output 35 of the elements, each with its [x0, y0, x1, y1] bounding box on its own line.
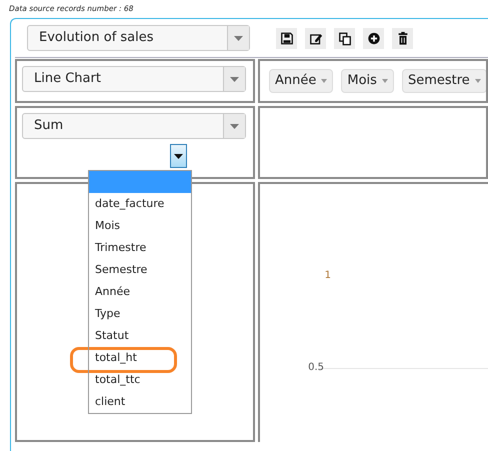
aggregator-select[interactable]: Sum — [22, 113, 246, 139]
delete-button[interactable] — [392, 28, 413, 48]
axis-tick-label: 0.5 — [308, 361, 324, 375]
dropdown-option[interactable]: Type — [89, 303, 191, 325]
add-icon — [366, 30, 380, 46]
dropdown-button[interactable] — [170, 144, 187, 168]
copy-button[interactable] — [334, 28, 355, 48]
save-button[interactable] — [276, 28, 297, 48]
edit-button[interactable] — [305, 28, 326, 48]
axis-tick-label: 1 — [324, 269, 331, 283]
dropdown-option[interactable]: Mois — [89, 215, 191, 237]
dropdown-option[interactable]: total_ht — [89, 347, 191, 369]
dropdown-option[interactable]: total_ttc — [89, 369, 191, 391]
dropdown-option[interactable]: client — [89, 391, 191, 413]
caret-icon — [474, 79, 481, 83]
field-pill[interactable]: Année — [269, 69, 334, 93]
save-icon — [280, 30, 294, 46]
dropdown-option[interactable]: Semestre — [89, 259, 191, 281]
caret-icon — [382, 79, 388, 83]
dropdown-option[interactable]: Statut — [89, 325, 191, 347]
trash-icon — [396, 30, 410, 46]
dropdown-option[interactable]: Année — [89, 281, 191, 303]
caret-icon — [230, 76, 239, 82]
caret-icon — [321, 79, 328, 83]
caret-icon — [234, 36, 243, 40]
add-button[interactable] — [363, 28, 384, 48]
copy-icon — [338, 30, 352, 46]
dropdown-option[interactable]: date_facture — [89, 193, 191, 215]
field-pill[interactable]: Semestre — [402, 69, 486, 93]
caret-icon — [230, 124, 239, 128]
chart-type-select[interactable]: Line Chart — [22, 66, 246, 92]
report-select[interactable]: Evolution of sales — [27, 25, 250, 51]
field-pill[interactable]: Mois — [341, 69, 394, 93]
dropdown-option[interactable]: Trimestre — [89, 237, 191, 259]
caret-icon — [174, 154, 183, 158]
